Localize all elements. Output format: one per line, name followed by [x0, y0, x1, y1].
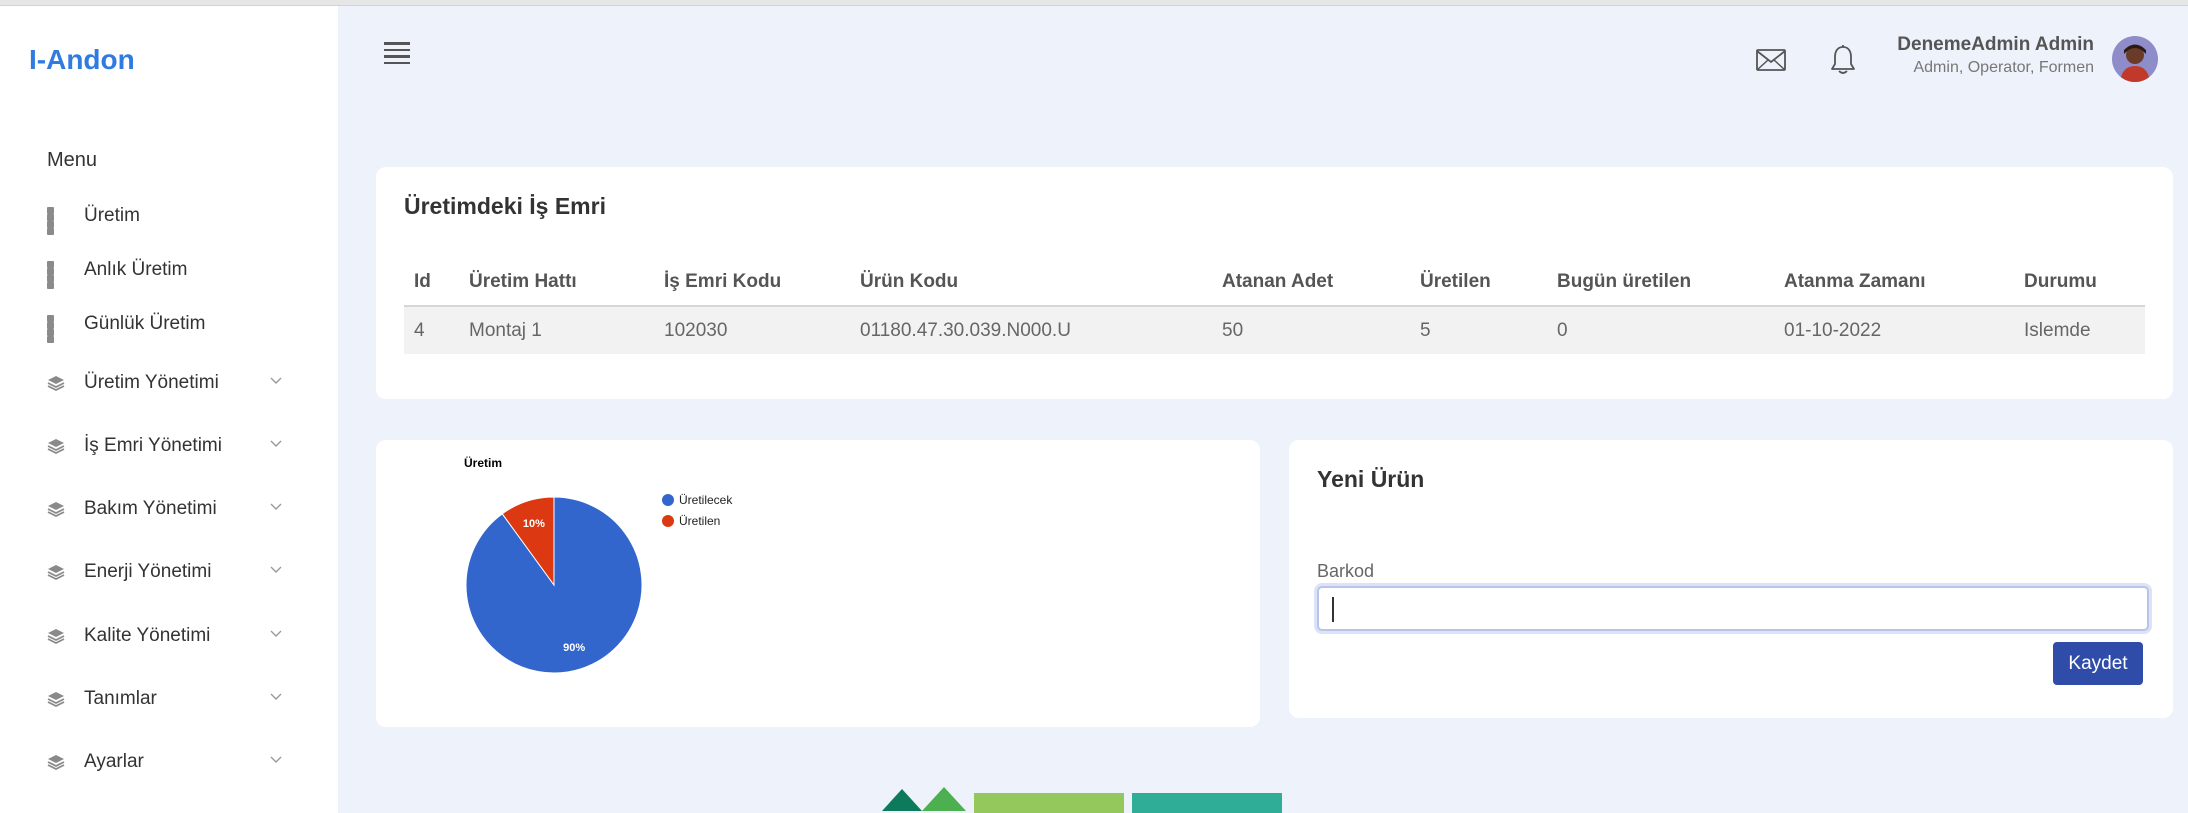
column-header[interactable]: Üretim Hattı — [459, 259, 654, 307]
production-pie-chart: Üretim 90% Üretilecek 10% Üretilen — [464, 455, 733, 674]
sidebar-item-label: Günlük Üretim — [84, 313, 206, 334]
bell-icon[interactable] — [1829, 44, 1857, 76]
sidebar-item-i-ş-emri-yönetimi[interactable]: İş Emri Yönetimi — [47, 426, 287, 466]
chevron-down-icon — [270, 566, 282, 573]
sidebar-item-label: İş Emri Yönetimi — [84, 435, 222, 456]
layers-icon — [47, 629, 65, 645]
layers-icon — [47, 692, 65, 708]
sidebar-item-enerji-yönetimi[interactable]: Enerji Yönetimi — [47, 552, 287, 592]
layers-icon — [47, 565, 65, 581]
sidebar: I-Andon Menu Üretim Anlık Üretim Günlük Ür… — [0, 6, 338, 813]
column-header[interactable]: İş Emri Kodu — [654, 259, 850, 307]
sidebar-item-label: Kalite Yönetimi — [84, 625, 211, 646]
barcode-input[interactable] — [1317, 586, 2149, 631]
sidebar-item-tanımlar[interactable]: Tanımlar — [47, 679, 287, 719]
production-chart-card: Üretim 90% Üretilecek 10% Üretilen — [376, 440, 1260, 727]
chart-title: Üretim — [464, 455, 502, 470]
table-cell: 5 — [1410, 306, 1547, 354]
layers-icon — [47, 439, 65, 455]
work-orders-title: Üretimdeki İş Emri — [404, 193, 606, 219]
layers-icon — [47, 755, 65, 771]
sidebar-item-üretim[interactable]: Üretim — [47, 196, 287, 236]
table-cell: 01-10-2022 — [1774, 306, 2014, 354]
table-cell: 50 — [1212, 306, 1410, 354]
column-header[interactable]: Üretilen — [1410, 259, 1547, 307]
table-cell: 0 — [1547, 306, 1774, 354]
save-button[interactable]: Kaydet — [2053, 642, 2143, 685]
menu-title: Menu — [47, 149, 98, 171]
sidebar-item-label: Enerji Yönetimi — [84, 561, 212, 582]
sidebar-item-label: Anlık Üretim — [84, 259, 188, 280]
user-name[interactable]: DenemeAdmin Admin — [1897, 34, 2094, 56]
sidebar-item-günlük-üretim[interactable]: Günlük Üretim — [47, 304, 287, 344]
company-logo — [874, 783, 1296, 813]
pie-slice-label: 10% — [523, 518, 545, 530]
legend-label[interactable]: Üretilen — [679, 514, 720, 528]
table-cell: Montaj 1 — [459, 306, 654, 354]
pie-slice-label: 90% — [563, 642, 585, 654]
chevron-down-icon — [270, 503, 282, 510]
sidebar-item-ayarlar[interactable]: Ayarlar — [47, 742, 287, 782]
chevron-down-icon — [270, 693, 282, 700]
layers-icon — [47, 376, 65, 392]
table-cell: 102030 — [654, 306, 850, 354]
layers-icon — [47, 502, 65, 518]
sidebar-item-label: Üretim Yönetimi — [84, 372, 219, 393]
chevron-down-icon — [270, 756, 282, 763]
legend-marker — [662, 515, 674, 527]
chevron-down-icon — [270, 440, 282, 447]
user-avatar[interactable] — [2112, 36, 2158, 82]
text-caret — [1332, 597, 1334, 622]
brand-logo-text[interactable]: I-Andon — [29, 44, 135, 76]
legend-label[interactable]: Üretilecek — [679, 493, 733, 507]
column-header[interactable]: Id — [404, 259, 459, 307]
chevron-down-icon — [270, 377, 282, 384]
sidebar-item-üretim-yönetimi[interactable]: Üretim Yönetimi — [47, 363, 287, 403]
column-header[interactable]: Ürün Kodu — [850, 259, 1212, 307]
new-product-title: Yeni Ürün — [1317, 466, 1425, 492]
chevron-down-icon — [270, 630, 282, 637]
work-orders-table: Id Üretim Hattı İş Emri Kodu Ürün Kodu Atana… — [404, 259, 2145, 354]
grid-icon — [47, 261, 65, 289]
sidebar-item-label: Bakım Yönetimi — [84, 498, 217, 519]
work-orders-card: Üretimdeki İş Emri Id Üretim Hattı İş Emri… — [376, 167, 2173, 399]
mail-icon[interactable] — [1756, 49, 1786, 71]
column-header[interactable]: Durumu — [2014, 259, 2145, 307]
grid-icon — [47, 315, 65, 343]
barcode-label: Barkod — [1317, 561, 1375, 581]
sidebar-item-bakım-yönetimi[interactable]: Bakım Yönetimi — [47, 489, 287, 529]
user-roles: Admin, Operator, Formen — [1913, 59, 2094, 76]
sidebar-item-anlık-üretim[interactable]: Anlık Üretim — [47, 250, 287, 290]
column-header[interactable]: Atanan Adet — [1212, 259, 1410, 307]
table-cell: 01180.47.30.039.N000.U — [850, 306, 1212, 354]
table-cell: Islemde — [2014, 306, 2145, 354]
grid-icon — [47, 207, 65, 235]
sidebar-item-kalite-yönetimi[interactable]: Kalite Yönetimi — [47, 616, 287, 656]
legend-marker — [662, 494, 674, 506]
sidebar-item-label: Ayarlar — [84, 751, 144, 772]
column-header[interactable]: Atanma Zamanı — [1774, 259, 2014, 307]
sidebar-item-label: Tanımlar — [84, 688, 157, 709]
table-row[interactable]: 4 Montaj 1 102030 01180.47.30.039.N000.U 50 5… — [404, 306, 2145, 354]
new-product-card: Yeni Ürün Barkod Kaydet — [1289, 440, 2173, 718]
table-cell: 4 — [404, 306, 459, 354]
column-header[interactable]: Bugün üretilen — [1547, 259, 1774, 307]
hamburger-menu-icon[interactable] — [384, 42, 410, 64]
sidebar-item-label: Üretim — [84, 205, 140, 226]
